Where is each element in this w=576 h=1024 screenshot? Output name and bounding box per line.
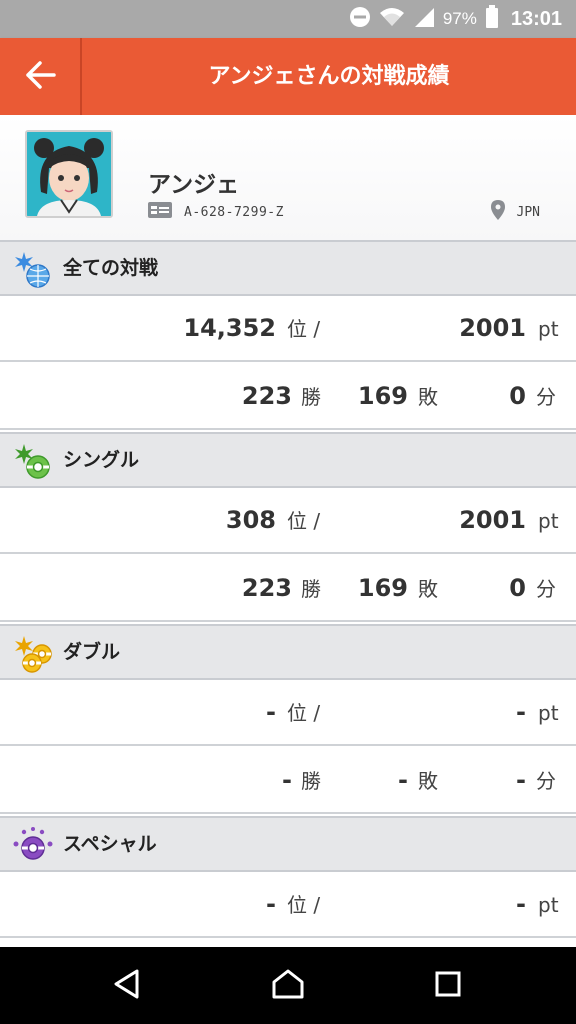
rank-unit: 位 /	[287, 509, 321, 533]
losses-unit: 敗	[418, 577, 438, 601]
rank-unit: 位 /	[287, 317, 321, 341]
rank-row: - 位 / - pt	[0, 680, 576, 746]
section-label: 全ての対戦	[63, 257, 159, 279]
nav-recents-button[interactable]	[403, 947, 493, 1024]
system-nav-bar	[0, 947, 576, 1024]
losses-unit: 敗	[418, 385, 438, 409]
player-name: アンジェ	[148, 172, 240, 198]
section-label: ダブル	[63, 641, 121, 663]
rank-value: -	[266, 698, 276, 726]
rank-row: 14,352 位 / 2001 pt	[0, 296, 576, 362]
status-bar: 97% 13:01	[0, 0, 576, 38]
rank-value: -	[266, 890, 276, 918]
nav-back-icon	[112, 968, 142, 1004]
draws-value: 0	[509, 574, 526, 602]
rank-unit: 位 /	[287, 893, 321, 917]
record-row: - 勝 - 敗 - 分	[0, 748, 576, 814]
location-pin-icon	[490, 200, 505, 224]
app-bar: アンジェさんの対戦成績	[0, 38, 576, 115]
arrow-left-icon	[24, 60, 56, 94]
draws-unit: 分	[536, 385, 556, 409]
points-value: -	[516, 890, 526, 918]
wins-value: 223	[241, 382, 292, 410]
clock: 13:01	[510, 7, 562, 30]
wins-unit: 勝	[301, 769, 321, 793]
section-label: シングル	[63, 449, 140, 471]
draws-unit: 分	[536, 769, 556, 793]
signal-icon	[413, 6, 435, 32]
wins-unit: 勝	[301, 385, 321, 409]
nav-back-button[interactable]	[82, 947, 172, 1024]
special-battle-icon	[12, 826, 54, 866]
globe-icon	[12, 250, 54, 290]
dnd-icon	[349, 6, 371, 32]
losses-value: -	[398, 766, 408, 794]
page-title: アンジェさんの対戦成績	[208, 64, 450, 89]
points-value: 2001	[459, 506, 526, 534]
wins-value: 223	[241, 574, 292, 602]
nav-home-button[interactable]	[243, 947, 333, 1024]
record-row: 223 勝 169 敗 0 分	[0, 364, 576, 430]
double-battle-icon	[12, 634, 54, 674]
wifi-icon	[379, 6, 405, 32]
profile-card: アンジェ A-628-7299-Z JPN	[0, 115, 576, 240]
battery-percent: 97%	[442, 9, 477, 28]
points-unit: pt	[538, 509, 559, 533]
back-button[interactable]	[0, 38, 80, 115]
rank-row: - 位 / - pt	[0, 872, 576, 938]
single-battle-icon	[12, 442, 54, 482]
points-unit: pt	[538, 893, 559, 917]
record-row: 223 勝 169 敗 0 分	[0, 556, 576, 622]
id-card-icon	[148, 202, 172, 222]
points-value: -	[516, 698, 526, 726]
section-header-special: スペシャル	[0, 816, 576, 872]
section-label: スペシャル	[63, 833, 157, 855]
rank-row: 308 位 / 2001 pt	[0, 488, 576, 554]
wins-value: -	[282, 766, 292, 794]
losses-value: 169	[357, 574, 408, 602]
rank-value: 14,352	[183, 314, 276, 342]
player-id: A-628-7299-Z	[184, 204, 284, 220]
points-unit: pt	[538, 317, 559, 341]
section-header-all-battles: 全ての対戦	[0, 240, 576, 296]
section-header-double: ダブル	[0, 624, 576, 680]
draws-value: -	[516, 766, 526, 794]
draws-unit: 分	[536, 577, 556, 601]
avatar[interactable]	[25, 130, 113, 218]
region-row: JPN	[490, 200, 540, 224]
draws-value: 0	[509, 382, 526, 410]
points-unit: pt	[538, 701, 559, 725]
rank-value: 308	[225, 506, 276, 534]
rank-unit: 位 /	[287, 701, 321, 725]
player-id-row: A-628-7299-Z	[148, 202, 284, 222]
battery-icon	[485, 5, 499, 33]
nav-recents-icon	[434, 970, 462, 1002]
region-code: JPN	[516, 204, 540, 220]
points-value: 2001	[459, 314, 526, 342]
section-header-single: シングル	[0, 432, 576, 488]
losses-unit: 敗	[418, 769, 438, 793]
wins-unit: 勝	[301, 577, 321, 601]
losses-value: 169	[357, 382, 408, 410]
nav-home-icon	[271, 968, 305, 1004]
